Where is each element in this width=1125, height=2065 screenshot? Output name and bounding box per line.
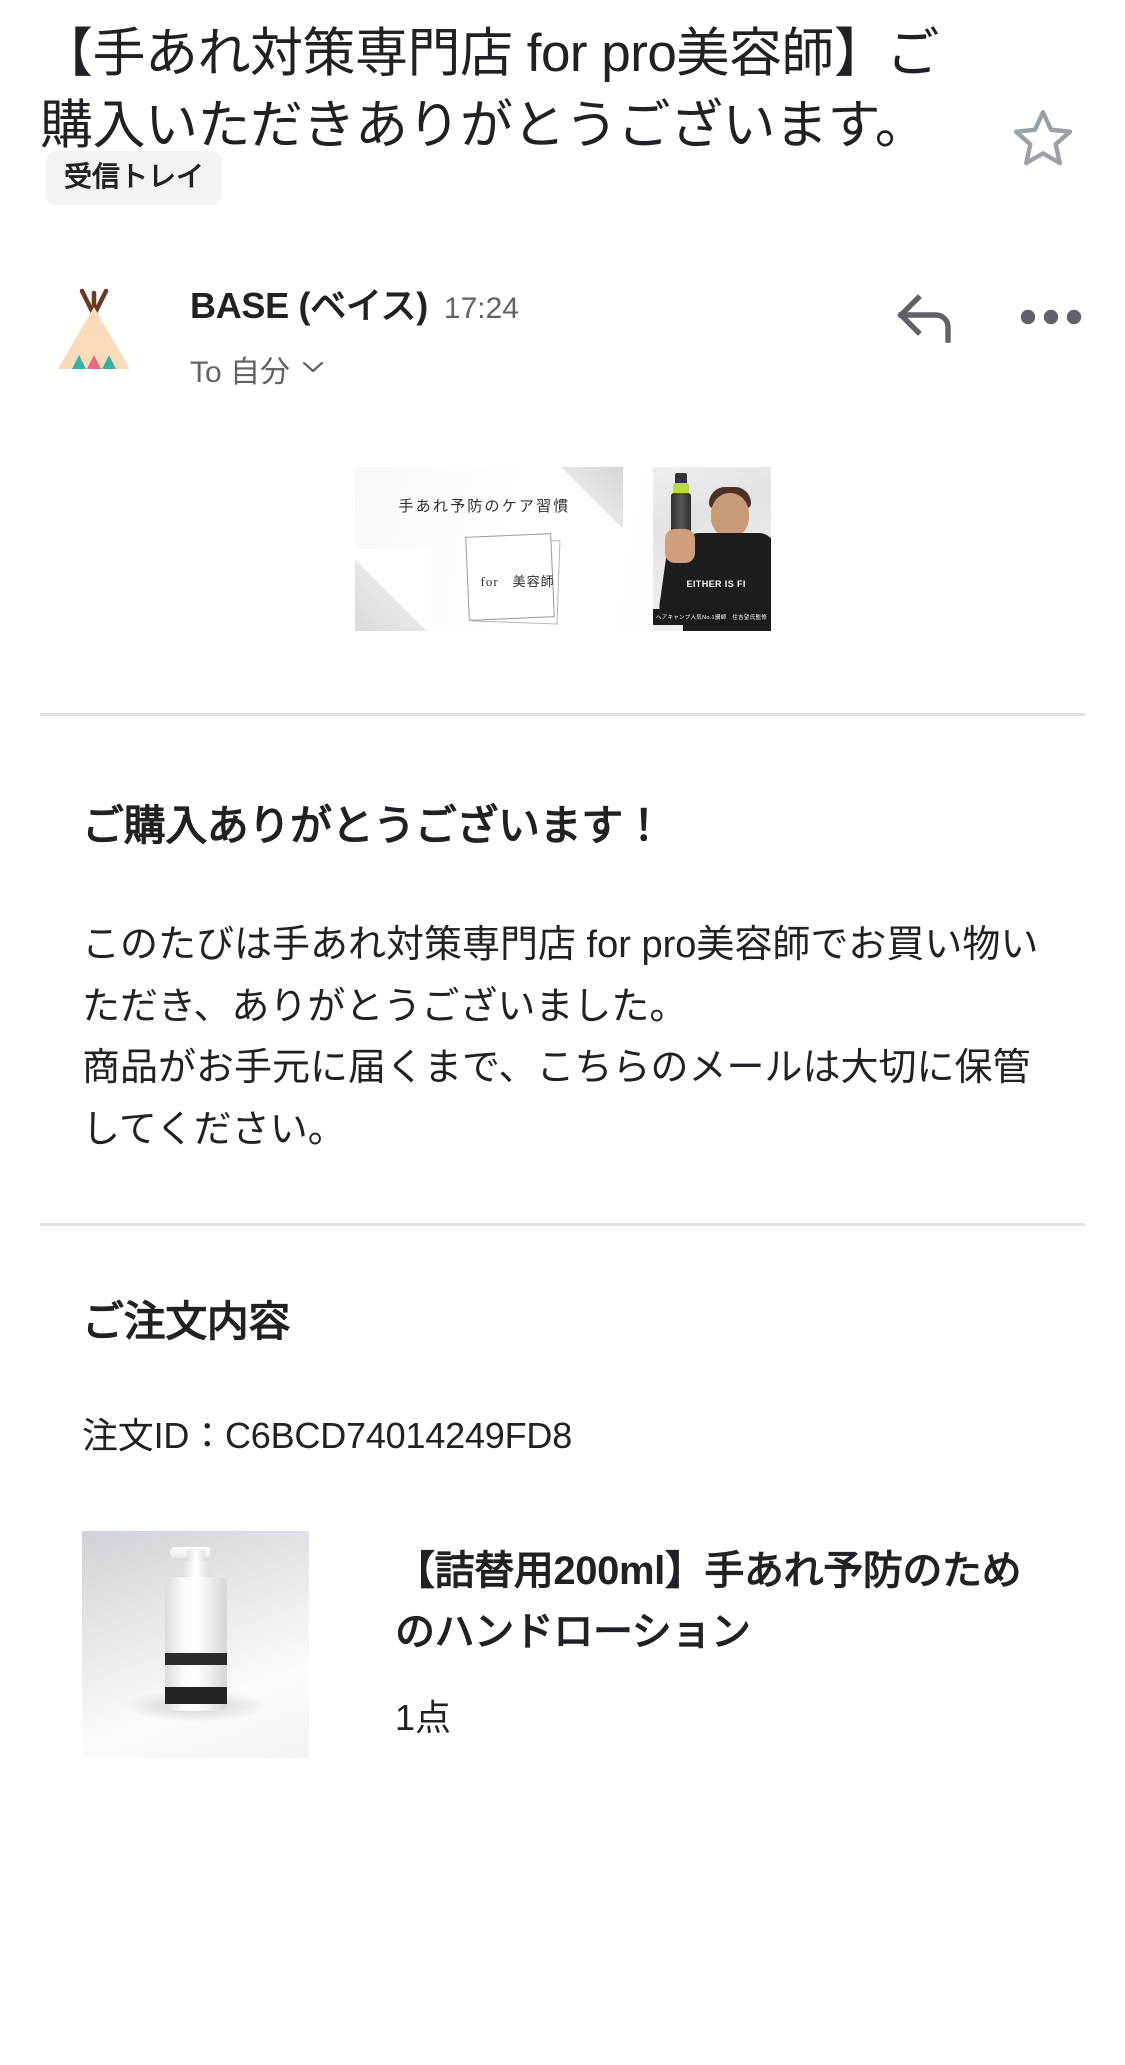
banner-model-hand	[664, 529, 695, 564]
banner-image-wrap: 手あれ予防のケア習慣 for 美容師 EITHER IS FI ヘアキャンプ人気…	[0, 467, 1125, 632]
email-body: ご購入ありがとうございます！ このたびは手あれ対策専門店 for pro美容師で…	[0, 792, 1125, 1223]
banner-model-photo: EITHER IS FI ヘアキャンプ人気No.1講師 住吉望氏監修	[652, 467, 771, 632]
banner-shirt-text: EITHER IS FI	[686, 579, 746, 590]
product-info: 【詰替用200ml】手あれ予防のためのハンドローション 1点	[309, 1531, 1085, 1741]
subject-header: 【手あれ対策専門店 for pro美容師】ご購入いただきありがとうございます。受…	[0, 0, 1125, 215]
banner-card-text: for 美容師	[480, 574, 555, 590]
body-paragraph: このたびは手あれ対策専門店 for pro美容師でお買い物いただき、ありがとうご…	[82, 924, 1039, 1151]
page-title: 【手あれ対策専門店 for pro美容師】ご購入いただきありがとうございます。	[40, 24, 939, 155]
more-options-button[interactable]	[1017, 285, 1085, 353]
body-greeting: ご購入ありがとうございます！	[82, 802, 665, 850]
reply-button[interactable]	[893, 285, 961, 353]
message-timestamp: 17:24	[443, 292, 519, 326]
avatar[interactable]	[52, 275, 136, 371]
reply-arrow-icon	[896, 290, 958, 349]
sender-info: BASE (ベイス) 17:24 To 自分	[136, 273, 893, 391]
list-item[interactable]: 【詰替用200ml】手あれ予防のためのハンドローション 1点	[40, 1531, 1085, 1759]
divider-top	[40, 713, 1085, 717]
product-name[interactable]: 【詰替用200ml】手あれ予防のためのハンドローション	[395, 1541, 1057, 1663]
teepee-avatar-icon	[52, 288, 136, 375]
sender-name-line: BASE (ベイス) 17:24	[190, 277, 893, 329]
message-actions	[893, 273, 1085, 353]
banner-corner-decor-bottom-left	[354, 549, 431, 632]
more-options-icon	[1020, 308, 1082, 331]
star-button[interactable]	[997, 92, 1089, 184]
chevron-down-icon	[300, 359, 326, 380]
order-section: ご注文内容 注文ID：C6BCD74014249FD8 【詰替用200ml】手あ…	[0, 1288, 1125, 1759]
banner-model-head	[710, 493, 749, 538]
bottle-label-band-upper	[164, 1653, 227, 1666]
product-quantity: 1点	[395, 1696, 452, 1738]
product-bottle-thumbnail[interactable]	[82, 1531, 309, 1759]
sender-header: BASE (ベイス) 17:24 To 自分	[0, 215, 1125, 391]
divider-order	[40, 1223, 1085, 1227]
recipient-label: To 自分	[190, 356, 291, 390]
banner-caption: ヘアキャンプ人気No.1講師 住吉望氏監修	[652, 609, 771, 626]
status-badge-inbox[interactable]: 受信トレイ	[46, 151, 223, 206]
order-id: 注文ID：C6BCD74014249FD8	[82, 1415, 573, 1457]
star-outline-icon	[1010, 105, 1076, 171]
banner-headline: 手あれ予防のケア習慣	[398, 499, 571, 516]
recipient-expander[interactable]: To 自分	[190, 347, 893, 391]
promo-banner-image[interactable]: 手あれ予防のケア習慣 for 美容師 EITHER IS FI ヘアキャンプ人気…	[354, 467, 771, 632]
sender-name[interactable]: BASE (ベイス)	[190, 277, 428, 329]
email-detail-screen: 【手あれ対策専門店 for pro美容師】ご購入いただきありがとうございます。受…	[0, 0, 1125, 2065]
bottle-label-band-lower	[164, 1687, 227, 1705]
order-section-title: ご注文内容	[82, 1298, 291, 1346]
subject-block: 【手あれ対策専門店 for pro美容師】ご購入いただきありがとうございます。受…	[40, 18, 997, 215]
